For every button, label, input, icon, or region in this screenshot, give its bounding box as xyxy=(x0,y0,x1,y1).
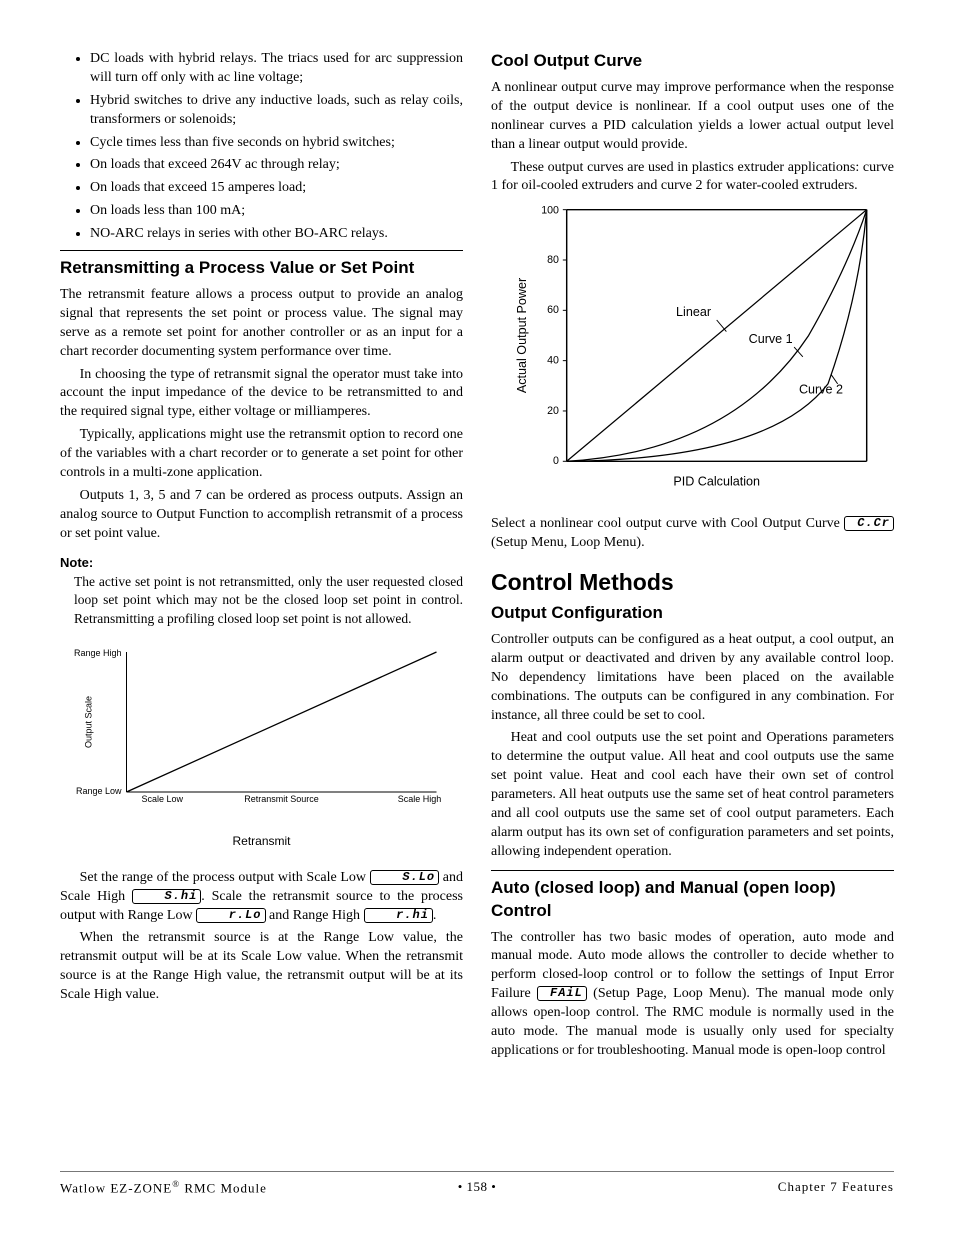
cool-output-chart-wrapper: 0 20 40 60 80 100 Actual Output Power PI… xyxy=(491,200,894,507)
body-text: In choosing the type of retransmit signa… xyxy=(60,366,463,423)
tick-label: 100 xyxy=(541,205,559,217)
page-number: 158 xyxy=(467,1179,488,1194)
two-column-layout: DC loads with hybrid relays. The triacs … xyxy=(60,50,894,1065)
body-text: A nonlinear output curve may improve per… xyxy=(491,79,894,155)
curve-label-linear: Linear xyxy=(676,305,711,319)
chart-axis-label: Retransmit Source xyxy=(244,794,319,804)
text-fragment: and Range High xyxy=(266,908,364,923)
tick-label: 60 xyxy=(547,305,559,317)
text-fragment: (Setup Menu, Loop Menu). xyxy=(491,535,645,550)
chart-label: Range Low xyxy=(76,786,122,796)
body-text: When the retransmit source is at the Ran… xyxy=(60,929,463,1005)
curve-label-curve1: Curve 1 xyxy=(749,333,793,347)
heading-retransmit: Retransmitting a Process Value or Set Po… xyxy=(60,257,463,280)
heading-auto-manual: Auto (closed loop) and Manual (open loop… xyxy=(491,877,894,923)
segment-display-rhi: r.hi xyxy=(364,908,433,923)
list-item: NO-ARC relays in series with other BO-AR… xyxy=(90,225,463,244)
chart-label: Range High xyxy=(74,648,122,658)
body-text: These output curves are used in plastics… xyxy=(491,159,894,197)
segment-display-ccr: C.Cr xyxy=(844,516,894,531)
tick-label: 80 xyxy=(547,254,559,266)
list-item: Cycle times less than five seconds on hy… xyxy=(90,134,463,153)
heading-control-methods: Control Methods xyxy=(491,567,894,598)
chart-caption: Retransmit xyxy=(60,833,463,849)
text-fragment: . xyxy=(433,908,437,923)
restrictions-list: DC loads with hybrid relays. The triacs … xyxy=(60,50,463,244)
right-column: Cool Output Curve A nonlinear output cur… xyxy=(491,50,894,1065)
chart-y-axis-label: Actual Output Power xyxy=(515,278,529,393)
segment-display-fail: FAiL xyxy=(537,986,587,1001)
divider xyxy=(60,250,463,251)
bullet-icon: • xyxy=(491,1179,496,1194)
footer-center: • 158 • xyxy=(60,1178,894,1196)
body-text: Set the range of the process output with… xyxy=(60,869,463,926)
segment-display-shi: S.hi xyxy=(132,889,201,904)
chart-axis-label: Output Scale xyxy=(84,696,94,748)
body-text: Heat and cool outputs use the set point … xyxy=(491,729,894,861)
cool-output-chart: 0 20 40 60 80 100 Actual Output Power PI… xyxy=(491,200,894,500)
list-item: DC loads with hybrid relays. The triacs … xyxy=(90,50,463,88)
segment-display-slo: S.Lo xyxy=(370,870,439,885)
segment-display-rlo: r.Lo xyxy=(196,908,265,923)
text-fragment: Set the range of the process output with… xyxy=(80,870,370,885)
heading-output-config: Output Configuration xyxy=(491,602,894,625)
tick-label: 40 xyxy=(547,355,559,367)
retransmit-chart: Range High Range Low Output Scale Scale … xyxy=(60,642,463,822)
chart-x-axis-label: PID Calculation xyxy=(673,475,760,489)
list-item: On loads less than 100 mA; xyxy=(90,202,463,221)
bullet-icon: • xyxy=(458,1179,463,1194)
body-text: Select a nonlinear cool output curve wit… xyxy=(491,515,894,553)
list-item: On loads that exceed 264V ac through rel… xyxy=(90,156,463,175)
tick-label: 20 xyxy=(547,405,559,417)
note-label: Note: xyxy=(60,554,463,572)
chart-label: Scale Low xyxy=(142,794,184,804)
body-text: Controller outputs can be configured as … xyxy=(491,631,894,725)
list-item: Hybrid switches to drive any inductive l… xyxy=(90,92,463,130)
body-text: Outputs 1, 3, 5 and 7 can be ordered as … xyxy=(60,487,463,544)
divider xyxy=(491,870,894,871)
heading-cool-output: Cool Output Curve xyxy=(491,50,894,73)
body-text: Typically, applications might use the re… xyxy=(60,426,463,483)
left-column: DC loads with hybrid relays. The triacs … xyxy=(60,50,463,1065)
text-fragment: Select a nonlinear cool output curve wit… xyxy=(491,516,844,531)
note-body: The active set point is not retransmitte… xyxy=(60,573,463,628)
list-item: On loads that exceed 15 amperes load; xyxy=(90,179,463,198)
body-text: The retransmit feature allows a process … xyxy=(60,286,463,362)
chart-label: Scale High xyxy=(398,794,442,804)
curve-label-curve2: Curve 2 xyxy=(799,383,843,397)
body-text: The controller has two basic modes of op… xyxy=(491,929,894,1061)
page-footer: Watlow EZ-ZONE® RMC Module • 158 • Chapt… xyxy=(60,1171,894,1197)
tick-label: 0 xyxy=(553,455,559,467)
